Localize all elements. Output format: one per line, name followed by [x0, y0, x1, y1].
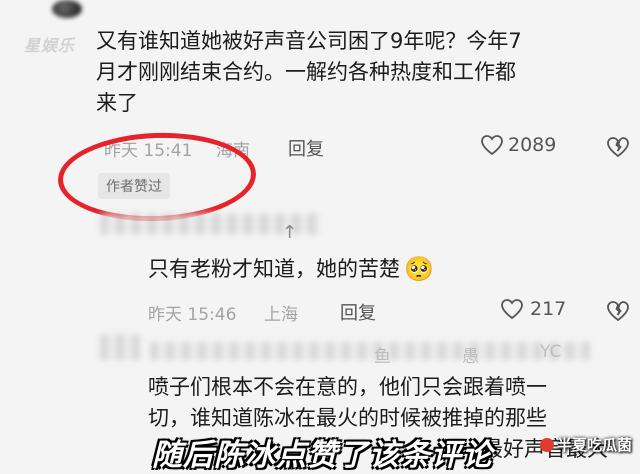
- comment-1-like-button[interactable]: 2089: [480, 134, 556, 156]
- heart-icon: [501, 299, 523, 320]
- comment-1-like-count: 2089: [508, 134, 557, 156]
- watermark-top: 星娱乐: [24, 36, 76, 55]
- heart-icon: [481, 135, 503, 156]
- broken-heart-icon: [607, 301, 629, 322]
- watermark-bottom-right-text: 半夏吃瓜菌: [556, 436, 632, 454]
- watermark-logo-icon: [539, 438, 554, 452]
- comment-2-time: 昨天 15:46: [148, 305, 237, 325]
- comment-1-text: 又有谁知道她被好声音公司困了9年呢？今年7 月才刚刚结束合约。一解约各种热度和工…: [96, 26, 522, 119]
- comment-1-dislike-button[interactable]: [606, 136, 630, 162]
- comment-3-header-fragment-1: 鱼: [374, 347, 391, 367]
- broken-heart-icon: [607, 137, 629, 158]
- comment-3-line-1: 喷子们根本不会在意的，他们只会跟着喷一: [148, 375, 547, 399]
- pleading-face-emoji: 🥺: [404, 255, 434, 283]
- comment-2-like-count: 217: [530, 298, 567, 320]
- video-caption: 随后陈冰点赞了该条评论: [152, 438, 493, 473]
- comment-3-avatar-blur: [100, 334, 140, 360]
- comment-2-location: 上海: [264, 305, 298, 325]
- comment-2-reply-button[interactable]: 回复: [340, 299, 376, 325]
- comment-1-line-3: 来了: [96, 91, 138, 115]
- comment-2-body: 只有老粉才知道，她的苦楚: [148, 257, 400, 281]
- comment-2-like-button[interactable]: 217: [500, 298, 566, 320]
- comment-3-header-fragment-2: 愚: [462, 347, 479, 367]
- avatar[interactable]: [52, 0, 82, 18]
- comment-3-header-fragment-3: YC: [540, 342, 562, 362]
- reply-arrow-icon: ↑: [282, 222, 298, 243]
- highlight-circle: [56, 129, 258, 225]
- comment-3-name-blur: [150, 342, 590, 360]
- comment-1-line-2: 月才刚刚结束合约。一解约各种热度和工作都: [96, 60, 516, 84]
- comment-2-text: 只有老粉才知道，她的苦楚 🥺: [148, 254, 434, 285]
- comment-3-text: 喷子们根本不会在意的，他们只会跟着喷一 切，谁知道陈冰在最火的时候被推掉的那些: [148, 372, 547, 434]
- watermark-bottom-right: 半夏吃瓜菌: [539, 434, 632, 455]
- comment-1-line-1: 又有谁知道她被好声音公司困了9年呢？今年7: [96, 29, 522, 53]
- comment-1-reply-button[interactable]: 回复: [288, 135, 324, 161]
- comment-2-dislike-button[interactable]: [606, 300, 630, 326]
